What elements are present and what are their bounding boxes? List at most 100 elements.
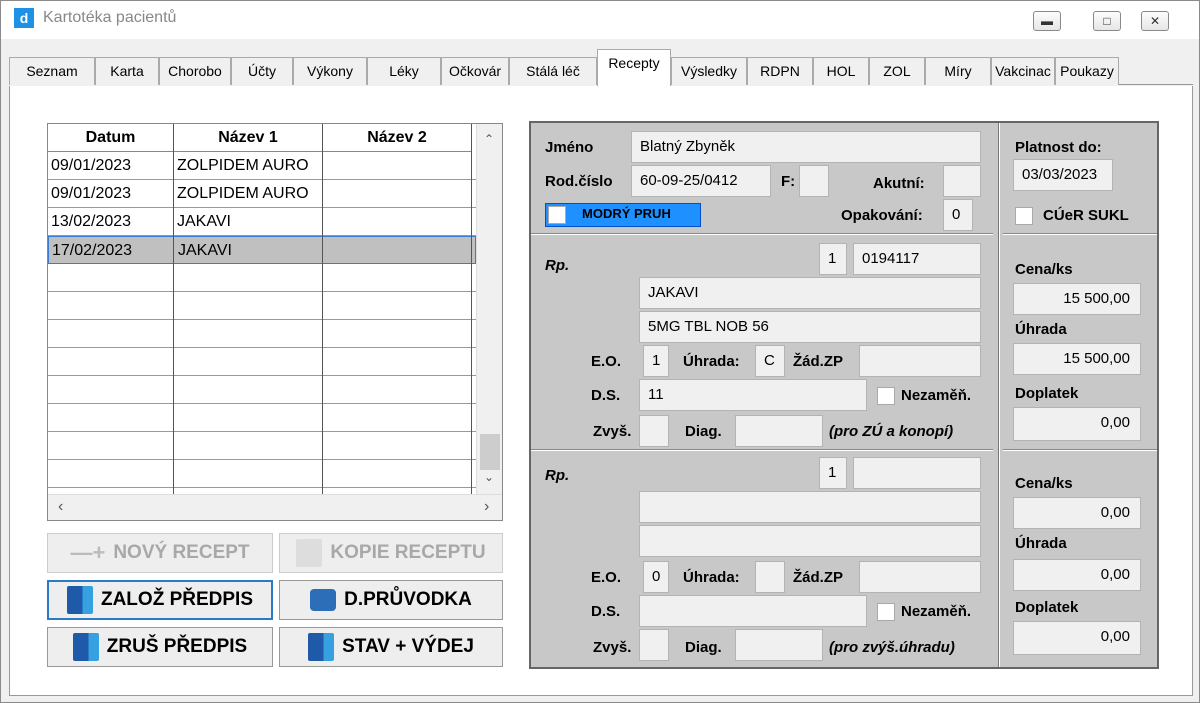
rp1-code-field[interactable]: 0194117 (853, 243, 981, 275)
table-row[interactable] (48, 376, 476, 404)
horizontal-scrollbar[interactable]: ‹ › (48, 494, 502, 520)
cuer-sukl-checkbox[interactable] (1015, 207, 1033, 225)
rp2-cena-field[interactable]: 0,00 (1013, 497, 1141, 529)
table-row[interactable]: 17/02/2023 JAKAVI (48, 236, 476, 264)
tab-rdpn[interactable]: RDPN (747, 57, 813, 85)
cell-nazev2 (323, 208, 471, 236)
table-row[interactable] (48, 460, 476, 488)
name-field[interactable]: Blatný Zbyněk (631, 131, 981, 163)
rp2-zvys-field[interactable] (639, 629, 669, 661)
rp1-uhrada2-field[interactable]: 15 500,00 (1013, 343, 1141, 375)
rp1-name1-field[interactable]: JAKAVI (639, 277, 981, 309)
table-row[interactable] (48, 404, 476, 432)
rp1-eo-label: E.O. (591, 353, 622, 370)
rp1-nezamen-checkbox[interactable] (877, 387, 895, 405)
maximize-icon[interactable]: □ (1093, 11, 1121, 31)
rp2-code-field[interactable] (853, 457, 981, 489)
tab-zol[interactable]: ZOL (869, 57, 925, 85)
tab-hol[interactable]: HOL (813, 57, 869, 85)
tab-účty[interactable]: Účty (231, 57, 293, 85)
table-row[interactable] (48, 292, 476, 320)
tab-očkovár[interactable]: Očkovár (441, 57, 509, 85)
d-pruvodka-button[interactable]: D.PRŮVODKA (279, 580, 503, 620)
table-row[interactable]: 09/01/2023 ZOLPIDEM AURO (48, 152, 476, 180)
cancel-order-button[interactable]: ZRUŠ PŘEDPIS (47, 627, 273, 667)
scroll-right-icon[interactable]: › (484, 498, 489, 516)
tab-výkony[interactable]: Výkony (293, 57, 367, 85)
rp1-zadzp-field[interactable] (859, 345, 981, 377)
rp1-ds-field[interactable]: 11 (639, 379, 867, 411)
rp2-eo-field[interactable]: 0 (643, 561, 669, 593)
tab-léky[interactable]: Léky (367, 57, 441, 85)
table-row[interactable] (48, 320, 476, 348)
column-header-datum[interactable]: Datum (48, 124, 173, 152)
blue-stripe-checkbox[interactable] (548, 206, 566, 224)
rp1-name2-field[interactable]: 5MG TBL NOB 56 (639, 311, 981, 343)
rp1-cena-field[interactable]: 15 500,00 (1013, 283, 1141, 315)
table-row[interactable] (48, 432, 476, 460)
rp2-zadzp-label: Žád.ZP (793, 569, 844, 586)
status-dispense-button[interactable]: STAV + VÝDEJ (279, 627, 503, 667)
f-field[interactable] (799, 165, 829, 197)
rp2-name1-field[interactable] (639, 491, 981, 523)
rp1-label: Rp. (545, 257, 570, 274)
new-prescription-button[interactable]: —+ NOVÝ RECEPT (47, 533, 273, 573)
cell-nazev2 (323, 432, 471, 460)
table-row[interactable]: 13/02/2023 JAKAVI (48, 208, 476, 236)
scroll-left-icon[interactable]: ‹ (58, 498, 63, 516)
rp2-name2-field[interactable] (639, 525, 981, 557)
tab-míry[interactable]: Míry (925, 57, 991, 85)
rp1-diag-field[interactable] (735, 415, 823, 447)
vertical-scrollbar[interactable]: ⌃ ⌄ (476, 124, 502, 494)
prescription-grid[interactable]: Datum Název 1 Název 2 09/01/2023 ZOLPIDEM… (47, 123, 503, 521)
acute-field[interactable] (943, 165, 981, 197)
rp2-count-field[interactable]: 1 (819, 457, 847, 489)
ref-icon (308, 633, 335, 661)
copy-prescription-button[interactable]: KOPIE RECEPTU (279, 533, 503, 573)
scroll-up-icon[interactable]: ⌃ (484, 132, 494, 146)
close-icon[interactable]: ✕ (1141, 11, 1169, 31)
tab-výsledky[interactable]: Výsledky (671, 57, 747, 85)
tab-karta[interactable]: Karta (95, 57, 159, 85)
rp2-doplatek-field[interactable]: 0,00 (1013, 621, 1141, 655)
cell-nazev1 (174, 432, 322, 460)
rp2-nezamen-checkbox[interactable] (877, 603, 895, 621)
sukl-cancel-icon (72, 633, 99, 661)
rp2-eo-label: E.O. (591, 569, 622, 586)
tab-vakcinac[interactable]: Vakcinac (991, 57, 1055, 85)
scroll-down-icon[interactable]: ⌄ (484, 470, 494, 484)
rp2-diag-field[interactable] (735, 629, 823, 661)
cell-nazev1 (174, 292, 322, 320)
column-header-nazev1[interactable]: Název 1 (174, 124, 322, 152)
table-row[interactable] (48, 264, 476, 292)
create-order-button[interactable]: ZALOŽ PŘEDPIS (47, 580, 273, 620)
rp1-doplatek-field[interactable]: 0,00 (1013, 407, 1141, 441)
tab-recepty[interactable]: Recepty (597, 49, 671, 86)
rp2-uhrada-field[interactable] (755, 561, 785, 593)
prescription-panel: Jméno Blatný Zbyněk Rod.číslo 60-09-25/0… (529, 121, 1159, 669)
scroll-thumb[interactable] (480, 434, 500, 470)
valid-until-field[interactable]: 03/03/2023 (1013, 159, 1113, 191)
tab-seznam[interactable]: Seznam (9, 57, 95, 85)
rp2-uhrada2-field[interactable]: 0,00 (1013, 559, 1141, 591)
repeat-field[interactable]: 0 (943, 199, 973, 231)
rp2-zadzp-field[interactable] (859, 561, 981, 593)
tab-chorobo[interactable]: Chorobo (159, 57, 231, 85)
rp1-uhrada-field[interactable]: C (755, 345, 785, 377)
blue-stripe-toggle[interactable]: MODRÝ PRUH (545, 203, 701, 227)
cell-nazev2 (323, 460, 471, 488)
rp1-count-field[interactable]: 1 (819, 243, 847, 275)
cell-nazev1: JAKAVI (177, 213, 231, 230)
birth-number-field[interactable]: 60-09-25/0412 (631, 165, 771, 197)
table-row[interactable] (48, 348, 476, 376)
table-row[interactable]: 09/01/2023 ZOLPIDEM AURO (48, 180, 476, 208)
tab-stálá léč[interactable]: Stálá léč (509, 57, 597, 85)
rp2-uhrada-label: Úhrada: (683, 569, 740, 586)
column-header-nazev2[interactable]: Název 2 (323, 124, 471, 152)
rp1-nezamen-label: Nezaměň. (901, 387, 972, 404)
rp1-zvys-field[interactable] (639, 415, 669, 447)
tab-poukazy[interactable]: Poukazy (1055, 57, 1119, 85)
minimize-icon[interactable]: ▬ (1033, 11, 1061, 31)
rp1-eo-field[interactable]: 1 (643, 345, 669, 377)
rp2-ds-field[interactable] (639, 595, 867, 627)
